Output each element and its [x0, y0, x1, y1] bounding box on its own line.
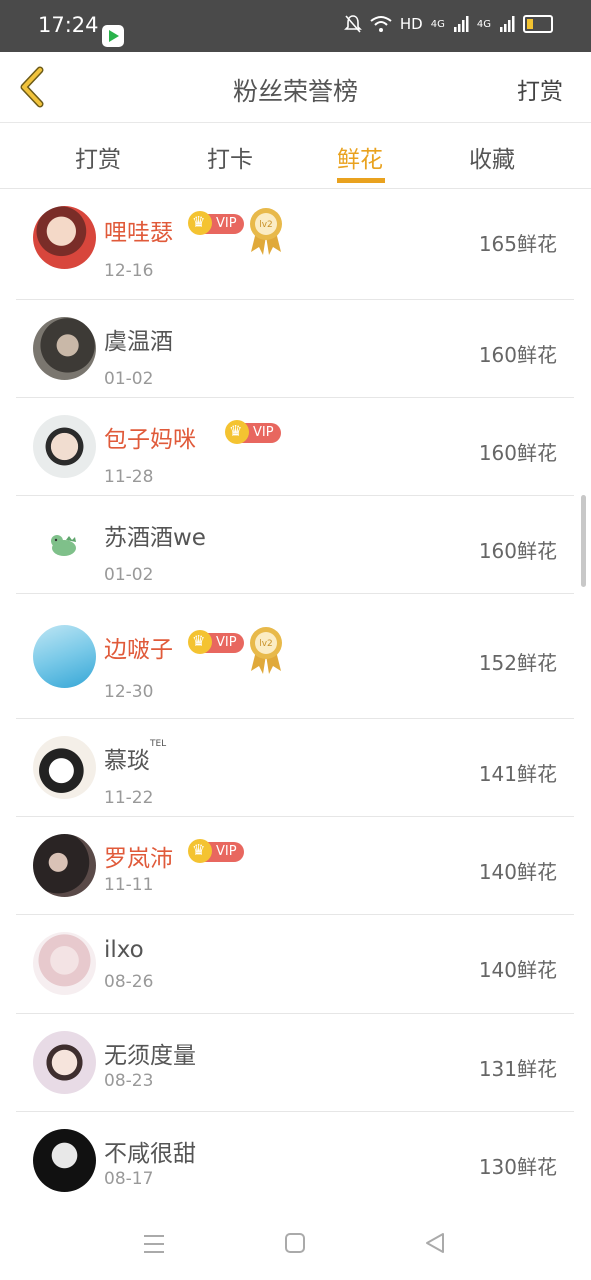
user-name[interactable]: 罗岚沛: [104, 839, 173, 873]
avatar[interactable]: [33, 932, 96, 995]
avatar[interactable]: [33, 206, 96, 269]
flower-count: 130鲜花: [478, 1155, 557, 1179]
wifi-icon: [370, 16, 392, 32]
vip-label: VIP: [253, 425, 274, 440]
battery-icon: [523, 15, 553, 33]
flower-count: 141鲜花: [478, 762, 557, 786]
date: 08-23: [104, 1071, 154, 1091]
flower-count: 160鲜花: [478, 343, 557, 367]
vip-badge: VIP: [188, 211, 244, 235]
mute-bell-icon: [343, 15, 362, 33]
status-icons: HD 4G 4G: [343, 14, 553, 34]
crown-icon: [188, 211, 212, 235]
user-name[interactable]: ilxo: [104, 937, 144, 963]
vip-badge: VIP: [225, 420, 281, 444]
signal-4g-icon-2: 4G: [476, 18, 491, 30]
tab-flowers[interactable]: 鲜花: [337, 140, 383, 174]
user-name[interactable]: 苏酒酒we: [104, 518, 206, 552]
avatar[interactable]: [33, 317, 96, 380]
flower-count: 152鲜花: [478, 651, 557, 675]
date: 01-02: [104, 369, 154, 389]
vip-label: VIP: [216, 635, 237, 650]
medal-level: lv2: [259, 220, 273, 230]
hd-indicator: HD: [399, 15, 423, 33]
menu-icon[interactable]: [143, 1234, 165, 1254]
dinosaur-icon: [51, 535, 76, 556]
user-name[interactable]: 不咸很甜: [104, 1134, 196, 1168]
flower-count: 131鲜花: [478, 1057, 557, 1081]
vip-label: VIP: [216, 844, 237, 859]
avatar[interactable]: [33, 625, 96, 688]
date: 11-22: [104, 788, 154, 808]
flower-count: 160鲜花: [478, 539, 557, 563]
status-time: 17:24: [38, 13, 99, 37]
date: 12-30: [104, 682, 154, 702]
user-name[interactable]: 哩哇瑟: [104, 213, 173, 247]
list-item[interactable]: 虞温酒 01-02 160鲜花: [16, 300, 574, 398]
date: 08-17: [104, 1169, 154, 1189]
avatar[interactable]: [33, 834, 96, 897]
list-item[interactable]: 苏酒酒we 01-02 160鲜花: [16, 496, 574, 594]
vip-badge: VIP: [188, 839, 244, 863]
date: 01-02: [104, 565, 154, 585]
avatar[interactable]: [33, 513, 96, 576]
scrollbar[interactable]: [581, 495, 586, 587]
list-item[interactable]: 罗岚沛 VIP 11-11 140鲜花: [16, 817, 574, 915]
date: 11-11: [104, 875, 154, 895]
name-superscript: TEL: [150, 739, 167, 749]
medal-level: lv2: [259, 639, 273, 649]
user-name[interactable]: 虞温酒: [104, 322, 173, 356]
status-bar: 17:24 HD 4G 4G: [0, 0, 591, 52]
avatar[interactable]: [33, 1129, 96, 1192]
flower-count: 160鲜花: [478, 441, 557, 465]
date: 12-16: [104, 261, 154, 281]
crown-icon: [225, 420, 249, 444]
list-item[interactable]: 无须度量 08-23 131鲜花: [16, 1014, 574, 1112]
user-name-text: 慕琰: [104, 748, 150, 774]
signal-bars-icon-2: [500, 16, 515, 32]
list-item[interactable]: 包子妈咪 VIP 11-28 160鲜花: [16, 398, 574, 496]
flower-count: 140鲜花: [478, 860, 557, 884]
list-item[interactable]: 哩哇瑟 VIP lv2 12-16 165鲜花: [16, 188, 574, 300]
app-notification-icon: [102, 25, 124, 47]
back-icon[interactable]: [424, 1232, 446, 1254]
tab-bar: 打赏 打卡 鲜花 收藏: [0, 122, 591, 189]
tab-reward[interactable]: 打赏: [75, 140, 121, 174]
signal-bars-icon: [453, 16, 469, 32]
tab-checkin[interactable]: 打卡: [207, 140, 253, 174]
crown-icon: [188, 630, 212, 654]
reward-button[interactable]: 打赏: [517, 72, 563, 106]
medal-icon: lv2: [250, 627, 282, 674]
signal-4g-icon: 4G: [430, 18, 445, 30]
home-icon[interactable]: [285, 1233, 305, 1253]
user-name[interactable]: 慕琰TEL: [104, 739, 167, 775]
list-item[interactable]: ilxo 08-26 140鲜花: [16, 915, 574, 1014]
fan-ranking-list: 哩哇瑟 VIP lv2 12-16 165鲜花 虞温酒 01-02 160鲜花 …: [16, 188, 574, 1210]
medal-icon: lv2: [250, 208, 282, 255]
user-name[interactable]: 边啵子: [104, 630, 173, 664]
date: 11-28: [104, 467, 154, 487]
avatar[interactable]: [33, 415, 96, 478]
flower-count: 140鲜花: [478, 958, 557, 982]
list-item[interactable]: 慕琰TEL 11-22 141鲜花: [16, 719, 574, 817]
system-nav-bar: [0, 1208, 591, 1280]
page-title: 粉丝荣誉榜: [232, 77, 358, 106]
avatar[interactable]: [33, 736, 96, 799]
tab-favorites[interactable]: 收藏: [469, 140, 515, 174]
avatar[interactable]: [33, 1031, 96, 1094]
flower-count: 165鲜花: [478, 232, 557, 256]
list-item[interactable]: 不咸很甜 08-17 130鲜花: [16, 1112, 574, 1210]
vip-label: VIP: [216, 216, 237, 231]
user-name[interactable]: 无须度量: [104, 1036, 196, 1070]
tab-active-indicator: [337, 178, 385, 183]
app-header: 粉丝荣誉榜 打赏: [0, 52, 591, 123]
user-name[interactable]: 包子妈咪: [104, 420, 196, 454]
vip-badge: VIP: [188, 630, 244, 654]
date: 08-26: [104, 972, 154, 992]
list-item[interactable]: 边啵子 VIP lv2 12-30 152鲜花: [16, 594, 574, 719]
crown-icon: [188, 839, 212, 863]
